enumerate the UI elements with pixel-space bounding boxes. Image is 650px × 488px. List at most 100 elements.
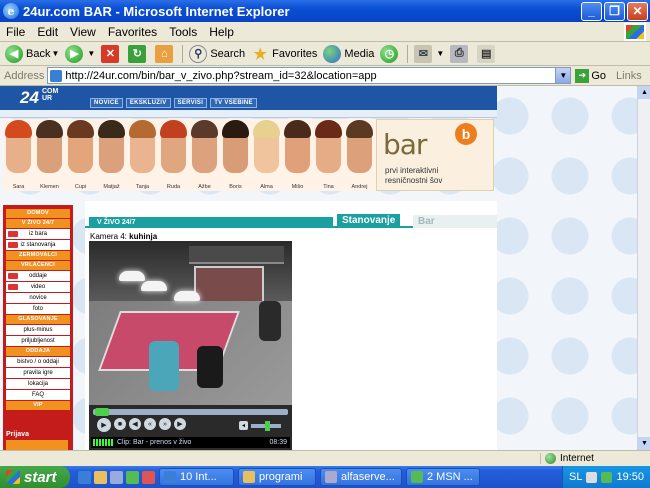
menu-section-heading[interactable]: VRLAČENCI <box>6 261 70 270</box>
cast-member[interactable]: Sara <box>3 119 34 191</box>
mail-dropdown-icon[interactable]: ▼ <box>436 49 444 58</box>
seek-knob[interactable] <box>95 408 109 416</box>
task-alfaserve[interactable]: alfaserve... <box>320 468 402 486</box>
nav-ekskluziv[interactable]: EKSKLUZIV <box>125 98 171 108</box>
address-dropdown-icon[interactable]: ▼ <box>555 68 571 83</box>
maximize-button[interactable]: ❐ <box>604 1 625 21</box>
tray-network-icon[interactable] <box>586 471 598 483</box>
back-button[interactable]: ◀ Back ▼ <box>2 43 62 65</box>
tab-bar[interactable]: Bar <box>413 215 497 228</box>
tray-msn-icon[interactable] <box>601 471 613 483</box>
refresh-button[interactable]: ↻ <box>125 43 152 65</box>
menu-tools[interactable]: Tools <box>163 25 203 39</box>
menu-item[interactable]: iz bara <box>6 229 70 239</box>
menu-edit[interactable]: Edit <box>31 25 64 39</box>
menu-favorites[interactable]: Favorites <box>102 25 163 39</box>
cast-member[interactable]: Andrej <box>344 119 375 191</box>
menu-item[interactable]: FAQ <box>6 390 70 400</box>
cast-member[interactable]: Matjaž <box>96 119 127 191</box>
menu-item[interactable]: plus-minus <box>6 325 70 335</box>
ie-quicklaunch-icon[interactable] <box>78 470 91 484</box>
cast-member[interactable]: Alma <box>251 119 282 191</box>
search-button[interactable]: ⚲ Search <box>186 43 248 65</box>
login-box[interactable] <box>6 440 68 450</box>
cast-member[interactable]: Tina <box>313 119 344 191</box>
menu-help[interactable]: Help <box>203 25 240 39</box>
menu-item[interactable]: bistvo / o oddaji <box>6 357 70 367</box>
history-button[interactable]: ◷ <box>377 43 404 65</box>
start-button[interactable]: start <box>0 466 70 488</box>
scroll-up-icon[interactable]: ▲ <box>638 86 650 99</box>
menu-item[interactable]: iz stanovanja <box>6 240 70 250</box>
media-quicklaunch-icon[interactable] <box>142 470 155 484</box>
menu-file[interactable]: File <box>0 25 31 39</box>
volume-slider[interactable] <box>251 420 281 431</box>
cast-member[interactable]: Klemen <box>34 119 65 191</box>
menu-item[interactable]: lokacija <box>6 379 70 389</box>
menu-item[interactable]: foto <box>6 304 70 314</box>
menu-section-heading[interactable]: ZERMOVALCI <box>6 251 70 260</box>
stop-icon[interactable]: ■ <box>114 418 126 430</box>
media-button[interactable]: Media <box>320 43 377 65</box>
menu-section-heading[interactable]: GLASOVANJE <box>6 315 70 324</box>
home-button[interactable]: ⌂ <box>152 43 179 65</box>
minimize-button[interactable]: _ <box>581 1 602 21</box>
print-button[interactable]: ⎙ <box>447 43 474 65</box>
edit-button[interactable]: ▤ <box>474 43 501 65</box>
menu-section-heading[interactable]: V ŽIVO 24/7 <box>6 219 70 228</box>
menu-view[interactable]: View <box>64 25 102 39</box>
nav-servisi[interactable]: SERVISI <box>173 98 208 108</box>
favorites-button[interactable]: ★ Favorites <box>248 43 320 65</box>
seek-bar[interactable] <box>93 408 288 416</box>
cast-member[interactable]: Ruda <box>158 119 189 191</box>
task-msn[interactable]: 2 MSN ... <box>406 468 480 486</box>
cast-member[interactable]: Mišo <box>282 119 313 191</box>
address-input[interactable]: http://24ur.com/bin/bar_v_zivo.php?strea… <box>47 67 572 84</box>
folder-quicklaunch-icon[interactable] <box>94 470 107 484</box>
tab-stanovanje[interactable]: Stanovanje <box>337 214 401 228</box>
address-url[interactable]: http://24ur.com/bin/bar_v_zivo.php?strea… <box>65 70 555 82</box>
forward-dropdown-icon[interactable]: ▼ <box>87 49 95 58</box>
task-programi[interactable]: programi <box>238 468 316 486</box>
menu-item-label: pravila igre <box>23 370 53 376</box>
speaker-icon[interactable]: ◂ <box>239 421 248 430</box>
forward-button[interactable]: ▶ ▼ <box>62 43 98 65</box>
cast-member[interactable]: Ažbe <box>189 119 220 191</box>
menu-item[interactable]: novice <box>6 293 70 303</box>
close-button[interactable]: ✕ <box>627 1 648 21</box>
menu-item[interactable]: priljubljenost <box>6 336 70 346</box>
volume-knob[interactable] <box>265 420 270 431</box>
go-button[interactable]: ➔ Go <box>571 68 606 83</box>
play-icon[interactable]: ▶ <box>97 418 111 432</box>
language-indicator[interactable]: SL <box>569 471 582 483</box>
back-dropdown-icon[interactable]: ▼ <box>51 49 59 58</box>
task-internet-explorer[interactable]: 10 Int... <box>159 468 234 486</box>
video-feed[interactable] <box>89 241 292 405</box>
menu-item[interactable]: pravila igre <box>6 368 70 378</box>
mail-button[interactable]: ✉ ▼ <box>411 43 447 65</box>
cast-member[interactable]: Boris <box>220 119 251 191</box>
nav-tv-vsebine[interactable]: TV VSEBINE <box>210 98 257 108</box>
scroll-down-icon[interactable]: ▼ <box>638 437 650 450</box>
menu-section-heading[interactable]: VIP <box>6 401 70 410</box>
task-label: 10 Int... <box>180 471 217 483</box>
nav-novice[interactable]: NOVICE <box>90 98 123 108</box>
stop-button[interactable]: ✕ <box>98 43 125 65</box>
desktop-quicklaunch-icon[interactable] <box>110 470 123 484</box>
previous-icon[interactable]: ◀ <box>129 418 141 430</box>
title-bar[interactable]: e 24ur.com BAR - Microsoft Internet Expl… <box>0 0 650 22</box>
menu-section-heading[interactable]: ODDAJA <box>6 347 70 356</box>
next-icon[interactable]: ▶ <box>174 418 186 430</box>
links-button[interactable]: Links <box>616 70 642 82</box>
forward-icon[interactable]: » <box>159 418 171 430</box>
menu-item[interactable]: oddaje <box>6 271 70 281</box>
bar-brand[interactable]: bar b prvi interaktivni resničnostni šov <box>376 119 494 191</box>
site-logo[interactable]: 24 COM UR <box>20 88 58 108</box>
menu-section-heading[interactable]: DOMOV <box>6 209 70 218</box>
cast-member[interactable]: Cupi <box>65 119 96 191</box>
msn-quicklaunch-icon[interactable] <box>126 470 139 484</box>
menu-item[interactable]: video <box>6 282 70 292</box>
rewind-icon[interactable]: « <box>144 418 156 430</box>
vertical-scrollbar[interactable]: ▲ ▼ <box>637 86 650 450</box>
cast-member[interactable]: Tanja <box>127 119 158 191</box>
